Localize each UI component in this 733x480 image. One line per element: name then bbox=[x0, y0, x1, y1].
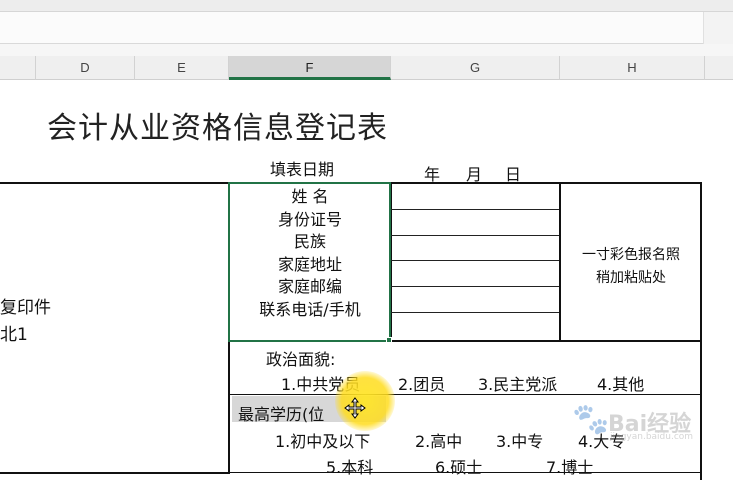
education-option-3: 3.中专 bbox=[496, 432, 544, 451]
political-option-3: 3.民主党派 bbox=[478, 375, 558, 394]
political-option-4: 4.其他 bbox=[597, 375, 645, 394]
education-label: 最高学历(位 bbox=[238, 405, 325, 424]
education-option-1: 1.初中及以下 bbox=[275, 432, 371, 451]
photo-line-1: 一寸彩色报名照 bbox=[582, 247, 680, 263]
left-cell-text-1: 复印件 bbox=[0, 298, 51, 318]
form-title: 会计从业资格信息登记表 bbox=[47, 111, 388, 146]
political-label: 政治面貌: bbox=[266, 350, 336, 369]
column-header-d[interactable]: D bbox=[36, 56, 135, 80]
input-line bbox=[391, 235, 559, 236]
toolbar-gap bbox=[0, 44, 733, 56]
fill-handle[interactable] bbox=[386, 337, 392, 343]
input-line bbox=[391, 286, 559, 287]
watermark-url: jingyan.baidu.com bbox=[610, 432, 694, 442]
education-option-2: 2.高中 bbox=[415, 432, 463, 451]
column-header-next[interactable] bbox=[705, 56, 733, 80]
column-header-e[interactable]: E bbox=[135, 56, 229, 80]
left-cell-text-2: 北1 bbox=[0, 325, 28, 345]
column-header-f[interactable]: F bbox=[229, 56, 391, 80]
title-strip bbox=[0, 0, 733, 12]
column-header-row: D E F G H bbox=[0, 56, 733, 80]
table-right-border bbox=[700, 182, 702, 480]
cell-selection-box[interactable] bbox=[228, 182, 391, 342]
formula-bar-expand-handle[interactable] bbox=[703, 12, 733, 44]
photo-line-2: 稍加粘贴处 bbox=[596, 270, 666, 286]
political-option-2: 2.团员 bbox=[398, 375, 446, 394]
input-line bbox=[391, 312, 559, 313]
column-header-partial[interactable] bbox=[0, 56, 36, 80]
education-option-7: 7.博士 bbox=[546, 458, 594, 477]
column-header-h[interactable]: H bbox=[560, 56, 705, 80]
input-line bbox=[391, 260, 559, 261]
education-option-5: 5.本科 bbox=[326, 458, 374, 477]
left-block-bottom-border bbox=[0, 472, 230, 474]
move-cursor-icon bbox=[344, 397, 366, 419]
photo-placeholder: 一寸彩色报名照 稍加粘贴处 bbox=[560, 244, 702, 290]
paw-logo-icon: 🐾 bbox=[572, 402, 610, 437]
fill-date-label: 填表日期 bbox=[270, 160, 335, 179]
input-line bbox=[391, 209, 559, 210]
watermark: 🐾 Bai经验 jingyan.baidu.com bbox=[568, 396, 698, 446]
education-option-6: 6.硕士 bbox=[435, 458, 483, 477]
column-header-g[interactable]: G bbox=[391, 56, 560, 80]
formula-bar[interactable] bbox=[0, 12, 733, 44]
